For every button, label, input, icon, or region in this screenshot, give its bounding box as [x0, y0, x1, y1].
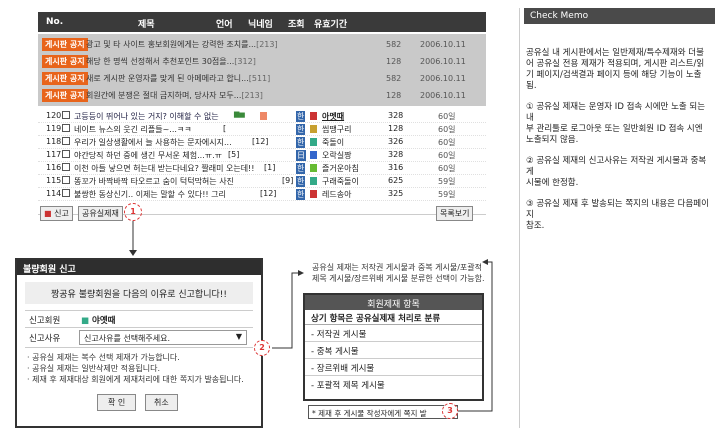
level-icon: ■ [81, 316, 90, 326]
memo-paragraph: ③ 공유실 제재 후 발송되는 쪽지의 내용은 다음페이지 참조. [526, 199, 709, 231]
arrow-2 [298, 270, 304, 276]
memo-paragraph: 공유실 내 게시판에서는 일반제재/특수제재와 더불어 공유실 전용 제재가 적… [526, 48, 705, 91]
reason-select[interactable]: 신고사유를 선택해주세요. ▼ [79, 330, 247, 345]
reporter-value: ■ 야옛때 [81, 316, 116, 326]
list-item: - 장르위배 게시물 [305, 359, 482, 376]
chevron-down-icon: ▼ [235, 332, 242, 341]
ok-button[interactable]: 확 인 [97, 394, 137, 411]
list-item: - 중복 게시물 [305, 342, 482, 359]
reporter-row: 신고회원 ■ 야옛때 [25, 310, 253, 328]
report-dialog: 불량회원 신고 짱공유 불량회원을 다음의 이유로 신고합니다!! 신고회원 ■… [15, 258, 263, 428]
member-box-subtitle: 상기 항목은 공유실제재 처리로 분류 [305, 310, 482, 325]
memo-title: Check Memo [524, 8, 715, 24]
dialog-notes: · 공유실 제재는 복수 선택 제재가 가능합니다. · 공유실 제재는 일반삭… [27, 353, 244, 384]
check-memo: Check Memo 공유실 내 게시판에서는 일반제재/특수제재와 더불어 공… [519, 8, 715, 428]
dialog-prompt: 짱공유 불량회원을 다음의 이유로 신고합니다!! [25, 282, 253, 304]
footnote: * 제재 후 게시물 작성자에게 쪽지 발 [308, 405, 458, 419]
list-item: - 저작권 게시물 [305, 325, 482, 342]
callout-text: 공유실 제재는 저작권 게시물과 중복 게시물/포괄적 제목 게시물/장르위배 … [312, 263, 485, 283]
reason-label: 신고사유 [29, 334, 61, 344]
memo-paragraph: ② 공유실 제재의 신고사유는 저작권 게시물과 중복 게 시물에 한정함. [526, 156, 707, 188]
member-sanction-box: 회원제재 항목 상기 항목은 공유실제재 처리로 분류 - 저작권 게시물 - … [303, 293, 484, 401]
arrow-1 [129, 250, 137, 256]
marker-3: 3 [442, 403, 458, 419]
cancel-button[interactable]: 취소 [145, 394, 178, 411]
reporter-label: 신고회원 [29, 316, 61, 326]
reason-row: 신고사유 신고사유를 선택해주세요. ▼ [25, 328, 253, 348]
connector-2 [272, 272, 300, 349]
list-item: - 포괄적 제목 게시물 [311, 381, 385, 391]
marker-2: 2 [254, 340, 270, 356]
memo-paragraph: ① 공유실 제재는 운영자 ID 접속 시에만 노출 되는 내 부 관리툴로 로… [526, 102, 706, 145]
dialog-title: 불량회원 신고 [17, 260, 261, 275]
member-box-title: 회원제재 항목 [305, 295, 482, 310]
